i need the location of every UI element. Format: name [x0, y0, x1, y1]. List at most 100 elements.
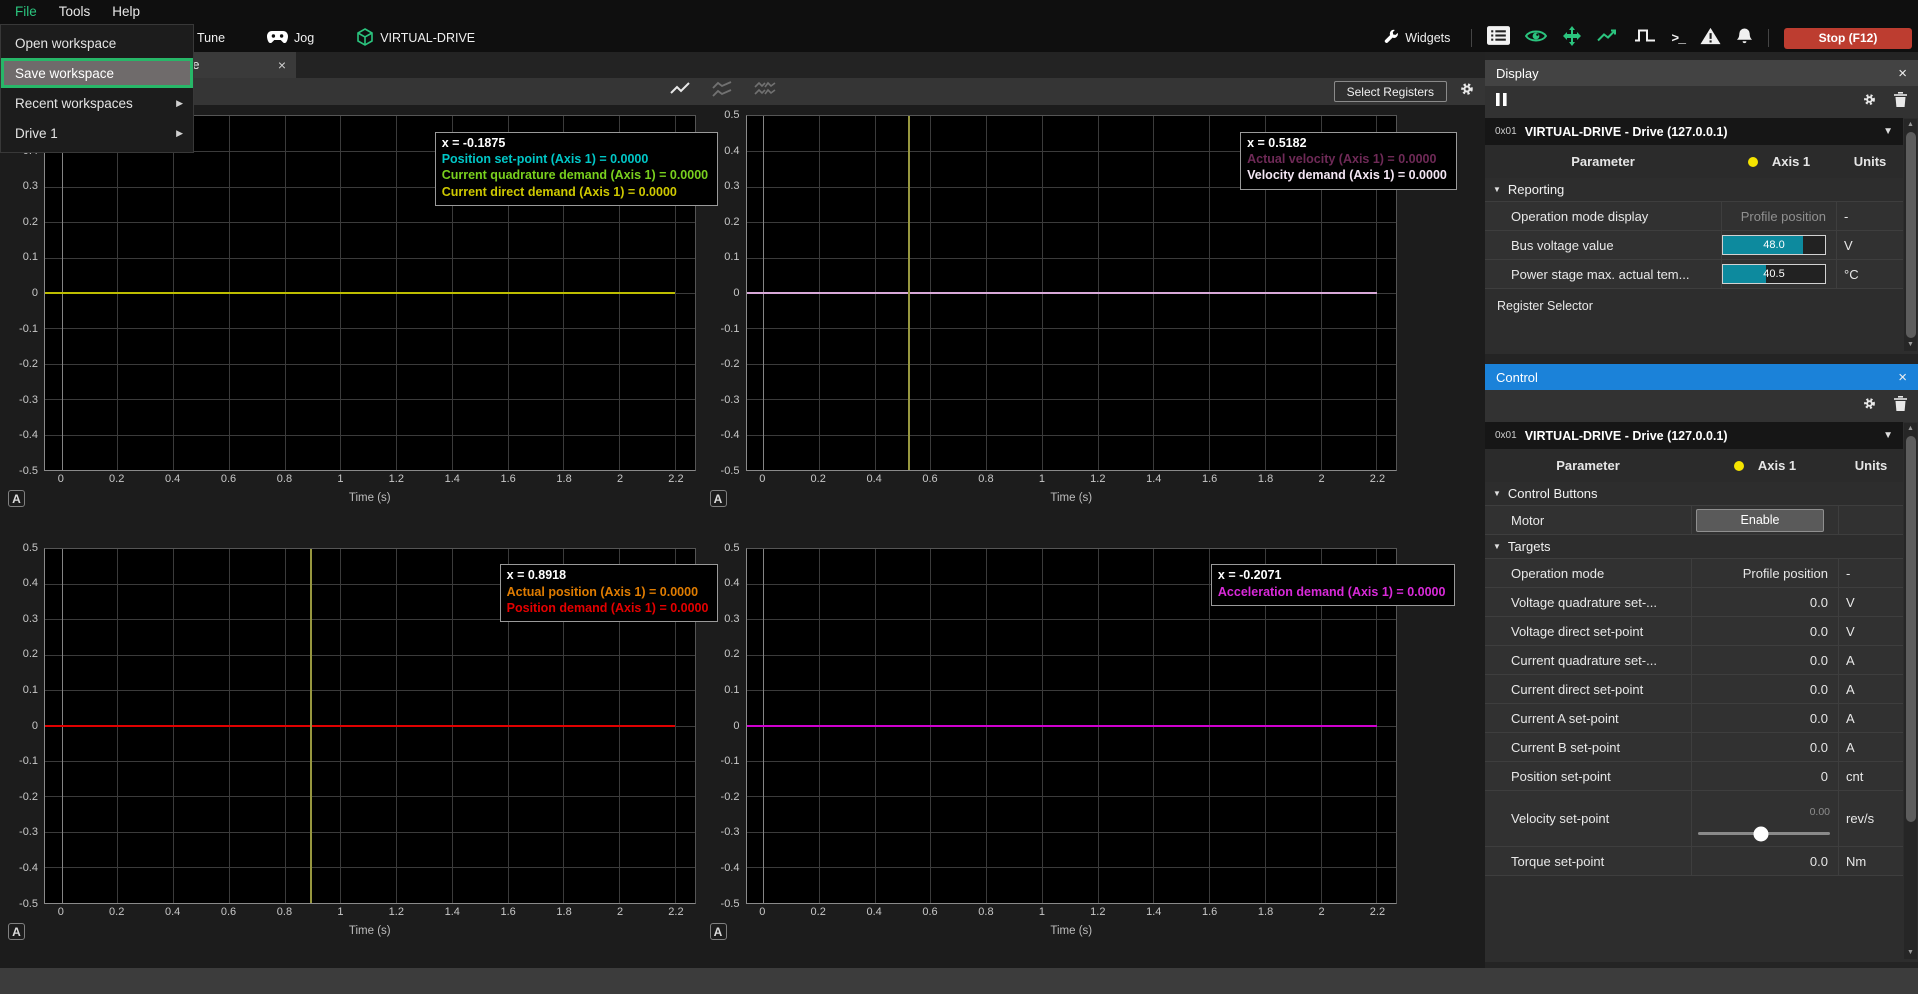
trash-icon[interactable]	[1894, 396, 1907, 416]
autoscale-button[interactable]: A	[8, 923, 25, 940]
parameter-value[interactable]: Profile position	[1691, 559, 1839, 587]
x-tick-label: 1	[337, 906, 343, 918]
right-panel: Display × 0x01	[1485, 52, 1918, 968]
warning-icon[interactable]	[1700, 27, 1721, 50]
single-plot-icon[interactable]	[670, 82, 690, 102]
gear-icon[interactable]	[1862, 92, 1877, 112]
enable-button[interactable]: Enable	[1696, 509, 1824, 532]
parameter-value[interactable]: Enable	[1691, 506, 1839, 534]
parameter-row: Current quadrature set-...0.0A	[1485, 646, 1903, 675]
menu-tools[interactable]: Tools	[48, 0, 102, 24]
close-icon[interactable]: ×	[1898, 65, 1907, 82]
menu-item-open-workspace[interactable]: Open workspace	[1, 28, 193, 58]
parameter-value[interactable]: 48.0	[1721, 231, 1837, 259]
menu-file[interactable]: File	[4, 0, 48, 24]
y-tick-label: 0	[733, 720, 739, 732]
autoscale-button[interactable]: A	[710, 490, 727, 507]
y-tick-label: -0.4	[721, 429, 740, 441]
menu-item-recent-workspaces[interactable]: Recent workspaces▶	[1, 88, 193, 118]
cursor-line[interactable]	[310, 549, 312, 903]
pause-icon[interactable]	[1496, 93, 1507, 111]
close-icon[interactable]: ×	[1898, 369, 1907, 386]
move-arrows-icon[interactable]	[1562, 26, 1582, 51]
jog-button[interactable]: Jog	[261, 30, 320, 47]
y-tick-label: -0.5	[721, 898, 740, 910]
file-menu-dropdown: Open workspace Save workspace Recent wor…	[0, 24, 194, 153]
widget-list-icon[interactable]	[1487, 26, 1510, 50]
parameter-label: Voltage quadrature set-...	[1485, 595, 1691, 610]
bell-icon[interactable]	[1736, 27, 1753, 50]
parameter-value[interactable]: 0.0	[1691, 704, 1839, 732]
display-scrollbar[interactable]: ▲ ▼	[1904, 119, 1917, 351]
x-tick-label: 0.6	[221, 473, 236, 485]
control-widget-header[interactable]: Control ×	[1485, 364, 1918, 390]
tab-close-icon[interactable]: ×	[278, 57, 286, 73]
scroll-thumb[interactable]	[1906, 436, 1916, 822]
scope-settings-gear-icon[interactable]	[1459, 81, 1475, 102]
plot-tooltip: x = 0.5182Actual velocity (Axis 1) = 0.0…	[1240, 132, 1457, 190]
square-wave-icon[interactable]	[1634, 27, 1656, 49]
parameter-value[interactable]: 40.5	[1721, 260, 1837, 288]
dual-plot-icon[interactable]	[712, 81, 732, 103]
parameter-value[interactable]: 0.0	[1691, 646, 1839, 674]
stop-button[interactable]: Stop (F12)	[1784, 28, 1912, 49]
trash-icon[interactable]	[1894, 92, 1907, 112]
menu-help[interactable]: Help	[101, 0, 151, 24]
scroll-down-icon[interactable]: ▼	[1904, 339, 1917, 351]
velocity-slider[interactable]	[1698, 832, 1830, 835]
parameter-value[interactable]: 0.0	[1691, 675, 1839, 703]
tooltip-cursor-x: x = 0.5182	[1247, 135, 1447, 151]
quad-plot-icon[interactable]	[754, 81, 776, 103]
display-widget-header[interactable]: Display ×	[1485, 60, 1918, 86]
submenu-arrow-icon: ▶	[176, 98, 183, 109]
menu-item-save-workspace[interactable]: Save workspace	[1, 58, 193, 88]
section-header-reporting[interactable]: ▼Reporting	[1485, 178, 1903, 202]
monitor-eye-icon[interactable]	[1525, 28, 1547, 49]
parameter-row: Voltage direct set-point0.0V	[1485, 617, 1903, 646]
tooltip-series-line: Actual position (Axis 1) = 0.0000	[507, 584, 709, 600]
y-tick-label: 0.2	[23, 648, 38, 660]
gamepad-icon	[267, 30, 288, 47]
terminal-icon[interactable]: >_	[1671, 31, 1685, 46]
plot-area[interactable]: x = -0.2071Acceleration demand (Axis 1) …	[746, 548, 1398, 904]
plot-area[interactable]: x = -0.1875Position set-point (Axis 1) =…	[44, 115, 696, 471]
parameter-value[interactable]: 0	[1691, 762, 1839, 790]
virtual-drive-button[interactable]: VIRTUAL-DRIVE	[350, 28, 481, 49]
section-header-control-buttons[interactable]: ▼Control Buttons	[1485, 482, 1903, 506]
autoscale-button[interactable]: A	[710, 923, 727, 940]
y-tick-label: -0.1	[721, 755, 740, 767]
parameter-label: Operation mode display	[1485, 209, 1721, 224]
x-tick-label: 0	[58, 473, 64, 485]
scroll-thumb[interactable]	[1906, 132, 1916, 338]
x-axis-label: Time (s)	[44, 920, 696, 937]
slider-thumb[interactable]	[1754, 826, 1769, 841]
drive-selector[interactable]: 0x01 VIRTUAL-DRIVE - Drive (127.0.0.1) ▼	[1485, 422, 1903, 449]
widgets-button[interactable]: Widgets	[1378, 29, 1456, 47]
control-widget: Control × 0x01 VIRTUAL-DRIVE - Drive (	[1485, 364, 1918, 962]
menu-item-drive-1[interactable]: Drive 1▶	[1, 118, 193, 148]
parameter-value[interactable]: 0.0	[1691, 733, 1839, 761]
x-tick-label: 1.4	[1146, 473, 1161, 485]
parameter-value[interactable]: 0.00	[1691, 791, 1839, 846]
register-selector-link[interactable]: Register Selector	[1485, 289, 1903, 323]
scroll-up-icon[interactable]: ▲	[1904, 119, 1917, 131]
parameter-value[interactable]: 0.0	[1691, 588, 1839, 616]
parameter-row: Torque set-point0.0Nm	[1485, 847, 1903, 876]
control-scrollbar[interactable]: ▲ ▼	[1904, 423, 1917, 959]
tooltip-series-line: Current direct demand (Axis 1) = 0.0000	[442, 184, 708, 200]
parameter-unit: A	[1839, 682, 1903, 697]
parameter-value[interactable]: Profile position	[1721, 202, 1837, 230]
drive-selector[interactable]: 0x01 VIRTUAL-DRIVE - Drive (127.0.0.1) ▼	[1485, 118, 1903, 145]
parameter-value[interactable]: 0.0	[1691, 847, 1839, 875]
select-registers-button[interactable]: Select Registers	[1334, 81, 1447, 102]
plot-area[interactable]: x = 0.5182Actual velocity (Axis 1) = 0.0…	[746, 115, 1398, 471]
plot-area[interactable]: x = 0.8918Actual position (Axis 1) = 0.0…	[44, 548, 696, 904]
autoscale-button[interactable]: A	[8, 490, 25, 507]
section-header-targets[interactable]: ▼Targets	[1485, 535, 1903, 559]
parameter-value[interactable]: 0.0	[1691, 617, 1839, 645]
scroll-up-icon[interactable]: ▲	[1904, 423, 1917, 435]
gear-icon[interactable]	[1862, 396, 1877, 416]
cursor-line[interactable]	[908, 116, 910, 470]
scroll-down-icon[interactable]: ▼	[1904, 947, 1917, 959]
scope-chart-icon[interactable]	[1597, 27, 1619, 49]
